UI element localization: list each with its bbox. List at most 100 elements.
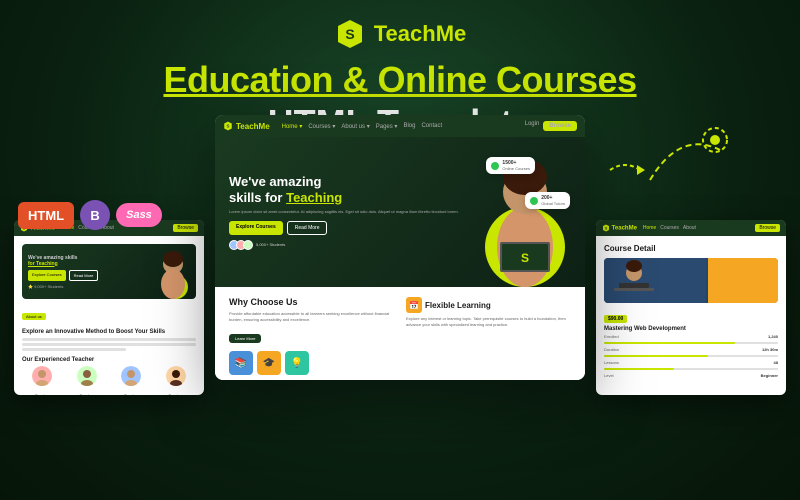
sass-badge: Sass	[116, 203, 162, 227]
student-avatar-3	[243, 240, 253, 250]
left-read-btn[interactable]: Read More	[69, 270, 99, 281]
nav-pages[interactable]: Pages ▾	[376, 123, 398, 130]
right-browser-nav: Home Courses About	[643, 225, 696, 231]
flexible-description: Explore any interest or learning topic. …	[406, 316, 571, 328]
stat-2-content: 200+ Global Tutors	[541, 195, 565, 206]
icon-block-blue: 📚	[229, 351, 253, 375]
line-1	[22, 338, 196, 341]
learn-more-button[interactable]: Learn More	[229, 334, 261, 343]
hero-title-line1: We've amazing	[229, 174, 321, 189]
left-browse-btn[interactable]: Browse	[173, 224, 198, 232]
progress-bar-2	[604, 355, 778, 357]
svg-text:S: S	[521, 251, 529, 265]
about-section: About us	[22, 305, 196, 324]
stat-1-label: Online Courses	[502, 166, 530, 171]
flexible-title-text: Flexible Learning	[425, 301, 491, 310]
stat-badge-2: 200+ Global Tutors	[525, 192, 570, 209]
teacher-cards: Teacher Teacher Teache	[22, 366, 196, 395]
browser-bottom-section: Why Choose Us Provide affordable educati…	[215, 287, 585, 380]
meta-duration: Duration 12h 30m	[604, 347, 778, 352]
explore-innovative-title: Explore an Innovative Method to Boost Yo…	[22, 329, 196, 335]
teacher-section: Our Experienced Teacher Teacher	[22, 357, 196, 395]
right-nav-2[interactable]: Courses	[660, 225, 679, 231]
progress-bar-3	[604, 368, 778, 370]
logo-text: TeachMe	[374, 21, 467, 47]
left-hero-text-area: We've amazing skills for Teaching Explor…	[28, 255, 190, 289]
course-img-right	[708, 258, 778, 303]
line-2	[22, 343, 196, 346]
icon-blocks: 📚 🎓 💡	[229, 351, 394, 375]
left-browser-mockup: S TeachMe Home Courses About Browse We'v…	[14, 220, 204, 395]
nav-about[interactable]: About us ▾	[341, 123, 369, 130]
student-avatars	[229, 240, 253, 250]
teacher-avatar-2	[77, 366, 97, 386]
browser-nav: Home ▾ Courses ▾ About us ▾ Pages ▾ Blog…	[282, 123, 443, 130]
about-badge: About us	[22, 305, 46, 324]
course-img-top-svg	[708, 258, 778, 303]
left-explore-btn[interactable]: Explore Courses	[28, 270, 66, 281]
why-description: Provide affordable education accessible …	[229, 311, 394, 323]
left-hero-highlight: for Teaching	[28, 261, 190, 267]
teacher-card-3: Teacher	[111, 366, 152, 395]
green-arrow	[605, 155, 645, 190]
teacher-name-2: Teacher	[67, 393, 108, 395]
meta-lessons-value: 48	[774, 360, 778, 365]
right-browser-mockup: S TeachMe Home Courses About Browse Cour…	[596, 220, 786, 395]
hero-section: We've amazing skills for Teaching Lorem …	[215, 137, 585, 287]
icon-block-orange: 🎓	[257, 351, 281, 375]
nav-blog[interactable]: Blog	[403, 123, 415, 130]
course-title: Mastering Web Development	[604, 326, 778, 332]
about-label: About us	[22, 313, 46, 320]
right-nav-1[interactable]: Home	[643, 225, 656, 231]
teacher-avatar-3	[121, 366, 141, 386]
headline-line1: Education & Online Courses	[163, 60, 636, 100]
hero-title-highlight: Teaching	[286, 190, 342, 205]
browser-logo-text: TeachMe	[236, 122, 270, 131]
right-browser-bar: S TeachMe Home Courses About Browse	[596, 220, 786, 236]
logo-icon: S	[334, 18, 366, 50]
read-more-button[interactable]: Read More	[287, 221, 328, 235]
arrow-decoration	[640, 120, 740, 195]
right-browser-logo: S TeachMe	[602, 224, 637, 232]
why-title: Why Choose Us	[229, 297, 394, 307]
why-choose-us-section: Why Choose Us Provide affordable educati…	[229, 297, 394, 370]
browser-topbar: S TeachMe Home ▾ Courses ▾ About us ▾ Pa…	[215, 115, 585, 137]
logo-me: Me	[436, 21, 467, 46]
logo: S TeachMe	[334, 18, 467, 50]
nav-courses[interactable]: Courses ▾	[308, 123, 335, 130]
nav-contact[interactable]: Contact	[421, 123, 442, 130]
meta-enrolled: Enrolled 1,240	[604, 334, 778, 339]
meta-level-value: Beginner	[761, 373, 778, 378]
stat-2-label: Global Tutors	[541, 201, 565, 206]
meta-duration-label: Duration	[604, 347, 619, 352]
nav-home[interactable]: Home ▾	[282, 123, 303, 130]
course-meta: Enrolled 1,240 Duration 12h 30m Lessons …	[604, 334, 778, 378]
teacher-avatar-1	[32, 366, 52, 386]
course-img-left	[604, 258, 706, 303]
right-logo-text: TeachMe	[612, 226, 637, 232]
teacher-name-4: Teacher	[156, 393, 197, 395]
stat-dot-1	[491, 162, 499, 170]
meta-duration-value: 12h 30m	[762, 347, 778, 352]
explore-courses-button[interactable]: Explore Courses	[229, 221, 283, 235]
content-lines	[22, 338, 196, 351]
stat-badge-1: 1500+ Online Courses	[486, 157, 535, 174]
teacher-section-title: Our Experienced Teacher	[22, 357, 196, 363]
meta-enrolled-label: Enrolled	[604, 334, 619, 339]
right-nav-3[interactable]: About	[683, 225, 696, 231]
center-browser-mockup: S TeachMe Home ▾ Courses ▾ About us ▾ Pa…	[215, 115, 585, 380]
meta-level: Level Beginner	[604, 373, 778, 378]
right-browse-btn[interactable]: Browse	[755, 224, 780, 232]
teacher-name-1: Teacher	[22, 393, 63, 395]
progress-bar-1	[604, 342, 778, 344]
teacher-card-2: Teacher	[67, 366, 108, 395]
course-person-svg	[604, 258, 706, 303]
progress-fill-2	[604, 355, 708, 357]
tech-badges: HTML B Sass	[18, 200, 162, 230]
left-browser-content: We've amazing skills for Teaching Explor…	[14, 236, 204, 395]
browse-button[interactable]: Browse	[543, 121, 577, 131]
html-badge: HTML	[18, 202, 74, 229]
meta-lessons: Lessons 48	[604, 360, 778, 365]
login-link[interactable]: Login	[525, 121, 540, 131]
browser-logo: S TeachMe	[223, 121, 270, 131]
